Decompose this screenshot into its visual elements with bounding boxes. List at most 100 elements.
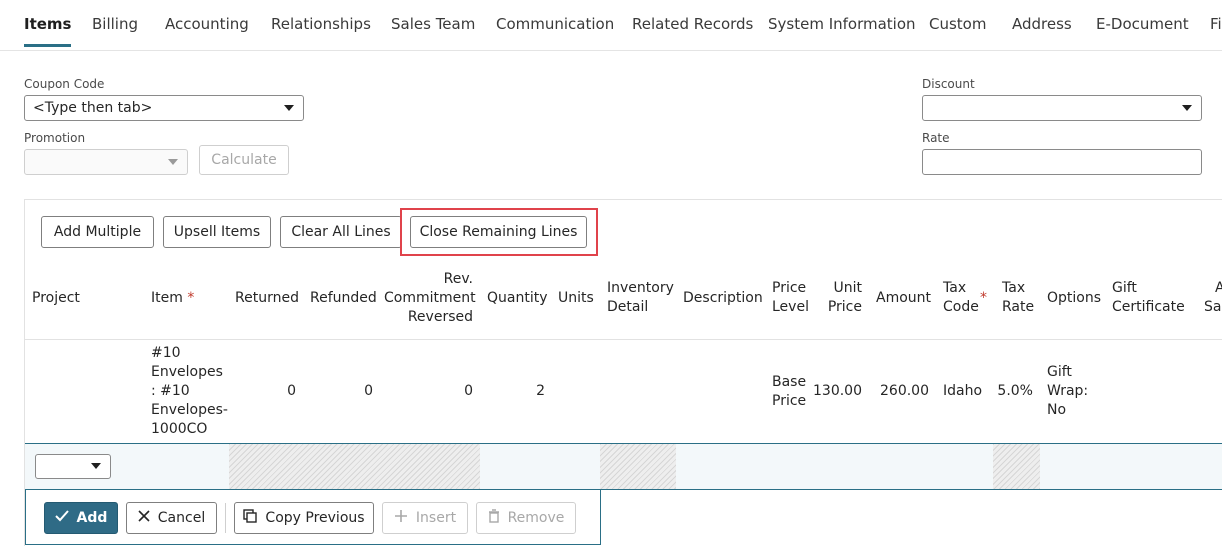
calculate-button[interactable]: Calculate xyxy=(199,145,289,175)
col-gift-line-2: Certificate xyxy=(1112,299,1185,315)
row-price-level[interactable]: Base Price xyxy=(772,373,806,411)
divider xyxy=(225,503,226,533)
tab-accounting[interactable]: Accounting xyxy=(165,15,249,47)
row-tax-rate[interactable]: 5.0% xyxy=(996,382,1033,401)
chevron-down-icon[interactable] xyxy=(1182,105,1192,111)
cancel-line-button[interactable]: Cancel xyxy=(126,502,217,534)
col-rev-line-2: Commitment xyxy=(384,290,476,306)
project-select[interactable] xyxy=(35,454,111,479)
col-price-level-line-2: Level xyxy=(772,299,809,315)
tab-overflow[interactable]: Fi xyxy=(1210,15,1222,47)
col-project[interactable]: Project xyxy=(32,289,80,308)
row-options-line-3: No xyxy=(1047,402,1067,418)
tab-related-records[interactable]: Related Records xyxy=(632,15,753,47)
col-gift-certificate[interactable]: Gift Certificate xyxy=(1112,279,1185,317)
promotion-field[interactable] xyxy=(24,149,188,175)
clear-all-lines-button[interactable]: Clear All Lines xyxy=(280,216,402,248)
row-item-line-1: #10 xyxy=(151,345,181,361)
row-tax-code[interactable]: Idaho xyxy=(943,382,982,401)
col-unit-price[interactable]: Unit Price xyxy=(822,279,862,317)
row-item[interactable]: #10 Envelopes : #10 Envelopes- 1000CO xyxy=(151,344,228,439)
col-options[interactable]: Options xyxy=(1047,289,1101,308)
col-units[interactable]: Units xyxy=(558,289,594,308)
subtab-bar: Items Billing Accounting Relationships S… xyxy=(0,0,1222,51)
col-tax-rate-line-2: Rate xyxy=(1002,299,1035,315)
insert-line-label: Insert xyxy=(415,510,457,526)
tab-address[interactable]: Address xyxy=(1012,15,1072,47)
upsell-items-button[interactable]: Upsell Items xyxy=(163,216,271,248)
edit-row xyxy=(25,443,1222,490)
coupon-code-field[interactable]: <Type then tab> xyxy=(24,95,304,121)
insert-line-button[interactable]: Insert xyxy=(382,502,468,534)
row-price-level-line-1: Base xyxy=(772,374,807,390)
tab-billing[interactable]: Billing xyxy=(92,15,138,47)
row-refunded[interactable]: 0 xyxy=(310,382,373,401)
row-rev-commitment-reversed[interactable]: 0 xyxy=(384,382,473,401)
col-price-level-line-1: Price xyxy=(772,280,807,296)
tab-e-document[interactable]: E-Document xyxy=(1096,15,1189,47)
col-tax-rate-line-1: Tax xyxy=(1002,280,1026,296)
col-rev-line-3: Reversed xyxy=(407,309,473,325)
row-quantity[interactable]: 2 xyxy=(487,382,545,401)
col-refunded[interactable]: Refunded xyxy=(310,289,377,308)
col-quantity[interactable]: Quantity xyxy=(487,289,548,308)
trash-icon xyxy=(488,509,500,527)
plus-icon xyxy=(394,509,408,527)
row-returned[interactable]: 0 xyxy=(236,382,296,401)
copy-icon xyxy=(243,509,258,527)
header-divider xyxy=(25,339,1222,340)
col-amount[interactable]: Amount xyxy=(876,289,931,308)
required-mark: * xyxy=(980,290,987,306)
row-item-line-5: 1000CO xyxy=(151,421,208,437)
col-alt-line-2: Sale xyxy=(1204,299,1222,315)
chevron-down-icon[interactable] xyxy=(284,105,294,111)
add-multiple-button[interactable]: Add Multiple xyxy=(41,216,154,248)
col-unit-price-line-2: Price xyxy=(827,299,862,315)
row-item-line-2: Envelopes xyxy=(151,364,223,380)
row-amount[interactable]: 260.00 xyxy=(870,382,929,401)
discount-label: Discount xyxy=(922,77,975,91)
col-item[interactable]: Item * xyxy=(151,289,194,308)
col-alt-sales[interactable]: Alt Sale xyxy=(1194,279,1222,317)
col-returned[interactable]: Returned xyxy=(235,289,299,308)
row-options-line-2: Wrap: xyxy=(1047,383,1089,399)
col-inventory-line-1: Inventory xyxy=(607,280,674,296)
tab-relationships[interactable]: Relationships xyxy=(271,15,371,47)
copy-previous-button[interactable]: Copy Previous xyxy=(234,502,374,534)
tab-items[interactable]: Items xyxy=(24,15,72,47)
col-alt-line-1: Alt xyxy=(1215,280,1222,296)
col-rev-line-1: Rev. xyxy=(443,271,473,287)
col-unit-price-line-1: Unit xyxy=(833,280,863,296)
tab-custom[interactable]: Custom xyxy=(929,15,986,47)
col-gift-line-1: Gift xyxy=(1112,280,1137,296)
row-price-level-line-2: Price xyxy=(772,393,807,409)
tab-sales-team[interactable]: Sales Team xyxy=(391,15,475,47)
coupon-code-value: <Type then tab> xyxy=(33,100,153,116)
row-options[interactable]: Gift Wrap: No xyxy=(1047,363,1088,420)
rate-input[interactable] xyxy=(922,149,1202,175)
remove-line-label: Remove xyxy=(507,510,565,526)
col-inventory-line-2: Detail xyxy=(607,299,649,315)
row-unit-price[interactable]: 130.00 xyxy=(812,382,862,401)
col-rev-commitment-reversed[interactable]: Rev. Commitment Reversed xyxy=(384,270,476,327)
tab-communication[interactable]: Communication xyxy=(496,15,614,47)
tab-system-information[interactable]: System Information xyxy=(768,15,916,47)
close-icon xyxy=(138,510,150,526)
row-item-line-3: : #10 xyxy=(151,383,190,399)
cancel-line-label: Cancel xyxy=(157,510,206,526)
col-description[interactable]: Description xyxy=(683,289,763,308)
check-icon xyxy=(54,510,69,526)
discount-field[interactable] xyxy=(922,95,1202,121)
col-tax-rate[interactable]: Tax Rate xyxy=(1002,279,1034,317)
chevron-down-icon[interactable] xyxy=(168,159,178,165)
required-mark: * xyxy=(187,290,195,306)
add-line-button[interactable]: Add xyxy=(44,502,118,534)
col-price-level[interactable]: Price Level xyxy=(772,279,809,317)
col-tax-code[interactable]: Tax Code xyxy=(943,279,979,317)
col-tax-code-line-2: Code xyxy=(943,299,979,315)
row-item-line-4: Envelopes- xyxy=(151,402,228,418)
remove-line-button[interactable]: Remove xyxy=(476,502,576,534)
chevron-down-icon[interactable] xyxy=(91,463,101,469)
col-item-label: Item xyxy=(151,290,183,306)
col-inventory-detail[interactable]: Inventory Detail xyxy=(607,279,674,317)
